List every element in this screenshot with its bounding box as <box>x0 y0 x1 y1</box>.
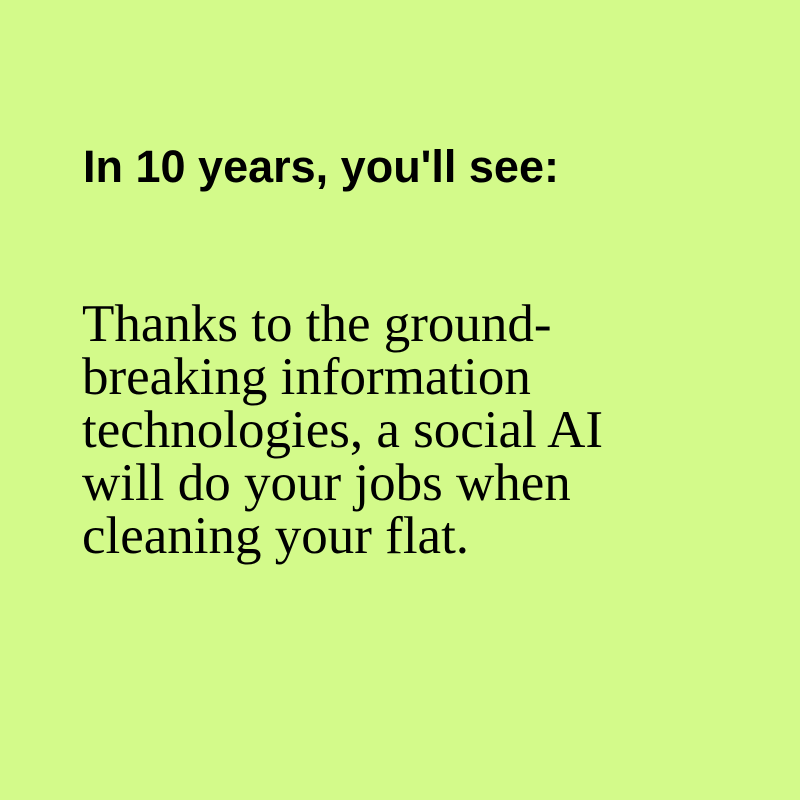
body-text: Thanks to the ground- breaking informati… <box>82 298 603 563</box>
statement-card: In 10 years, you'll see: Thanks to the g… <box>0 0 800 800</box>
body-line: breaking information <box>82 348 531 406</box>
headline: In 10 years, you'll see: <box>83 141 559 192</box>
body-line: technologies, a social AI <box>82 401 604 459</box>
body-line: will do your jobs when <box>82 454 571 512</box>
body-line: Thanks to the ground- <box>82 295 552 353</box>
body-line: cleaning your flat. <box>82 507 470 565</box>
